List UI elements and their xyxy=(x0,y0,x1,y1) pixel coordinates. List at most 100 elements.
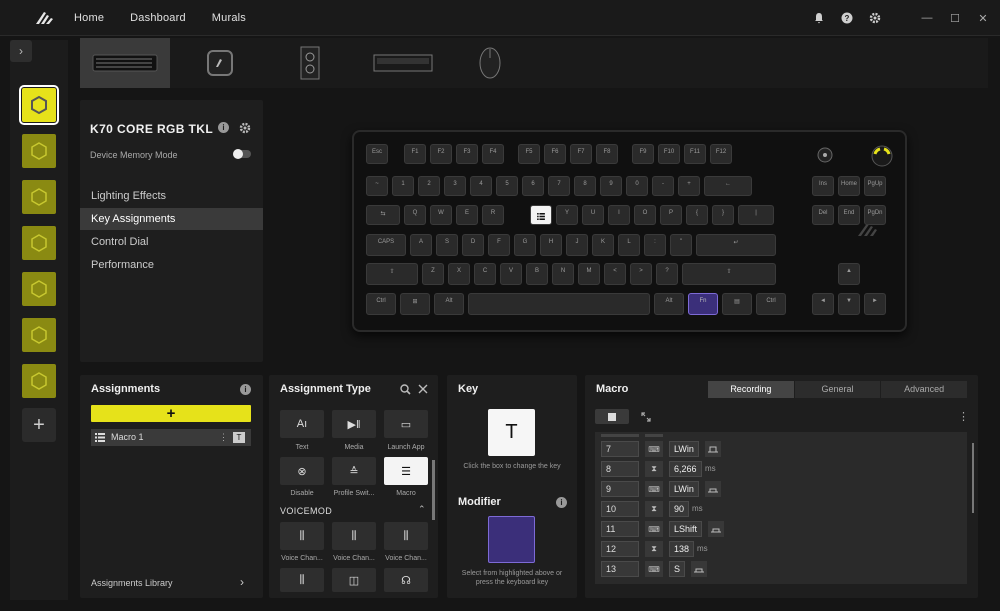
keyboard-key[interactable]: 6 xyxy=(522,176,544,196)
keyboard-key[interactable]: H xyxy=(540,234,562,256)
event-value[interactable]: 6,266 xyxy=(669,461,702,477)
keyboard-key[interactable]: 1 xyxy=(392,176,414,196)
menu-lighting-effects[interactable]: Lighting Effects xyxy=(80,185,263,207)
tile-profile-switch[interactable]: ≙ xyxy=(332,457,376,485)
tile-voice-4[interactable]: ⫼ xyxy=(280,568,324,592)
keyboard-key[interactable]: 8 xyxy=(574,176,596,196)
keyboard-key[interactable]: F1 xyxy=(404,144,426,164)
tile-voice-6[interactable]: ☊ xyxy=(384,568,428,592)
keyboard-key[interactable]: ⇧ xyxy=(682,263,776,285)
key-fn-modifier[interactable]: Fn xyxy=(688,293,718,315)
keyboard-key[interactable]: ▼ xyxy=(838,293,860,315)
keyboard-key[interactable]: I xyxy=(608,205,630,225)
event-value[interactable]: 138 xyxy=(669,541,695,557)
keyboard-key[interactable]: 2 xyxy=(418,176,440,196)
keyboard-key[interactable]: L xyxy=(618,234,640,256)
keyboard-key[interactable]: F8 xyxy=(596,144,618,164)
keyboard-key[interactable]: F12 xyxy=(710,144,732,164)
profile-4[interactable] xyxy=(22,226,56,260)
keyboard-key[interactable]: F5 xyxy=(518,144,540,164)
keyboard-key[interactable]: Alt xyxy=(434,293,464,315)
assignment-macro-row[interactable]: Macro 1 ⋮ T xyxy=(91,429,251,446)
add-assignment-button[interactable]: + xyxy=(91,405,251,422)
keyboard-key[interactable]: C xyxy=(474,263,496,285)
info-icon[interactable]: i xyxy=(218,122,229,133)
keyboard-key[interactable]: " xyxy=(670,234,692,256)
keyboard-key[interactable]: J xyxy=(566,234,588,256)
event-value[interactable]: 90 xyxy=(669,501,690,517)
bell-icon[interactable] xyxy=(812,11,826,25)
chevron-right-icon[interactable]: › xyxy=(240,575,244,589)
gear-icon[interactable] xyxy=(239,122,251,134)
keyboard-key[interactable]: F3 xyxy=(456,144,478,164)
menu-key-assignments[interactable]: Key Assignments xyxy=(80,208,263,230)
info-icon[interactable]: i xyxy=(556,497,567,508)
expand-icon[interactable] xyxy=(641,412,651,422)
keyboard-key[interactable]: X xyxy=(448,263,470,285)
keyboard-key[interactable]: Ins xyxy=(812,176,834,196)
keyboard-key[interactable]: F2 xyxy=(430,144,452,164)
keyboard-key[interactable]: Alt xyxy=(654,293,684,315)
keyboard-key[interactable]: ◄ xyxy=(812,293,834,315)
keyboard-key[interactable]: W xyxy=(430,205,452,225)
keyboard-key[interactable]: ↵ xyxy=(696,234,776,256)
keyboard-key[interactable]: F7 xyxy=(570,144,592,164)
keyboard-key[interactable]: 3 xyxy=(444,176,466,196)
tile-voice-changer-3[interactable]: ⫼ xyxy=(384,522,428,550)
media-dial-icon[interactable] xyxy=(816,146,834,164)
event-value[interactable]: LWin xyxy=(669,481,699,497)
tab-recording[interactable]: Recording xyxy=(707,381,794,398)
keyboard-key[interactable]: U xyxy=(582,205,604,225)
keyboard-key[interactable]: M xyxy=(578,263,600,285)
keyboard-key[interactable]: ← xyxy=(704,176,752,196)
keyboard-key[interactable]: Y xyxy=(556,205,578,225)
scrollbar[interactable] xyxy=(432,460,435,520)
keyboard-key[interactable]: G xyxy=(514,234,536,256)
close-icon[interactable] xyxy=(418,384,428,394)
event-value[interactable]: S xyxy=(669,561,686,577)
device-memory[interactable] xyxy=(358,38,448,88)
keyboard-key[interactable]: ⇧ xyxy=(366,263,418,285)
keyboard-key[interactable]: Ctrl xyxy=(756,293,786,315)
search-icon[interactable] xyxy=(400,384,411,395)
device-mouse[interactable] xyxy=(445,38,535,88)
keyboard-key[interactable]: P xyxy=(660,205,682,225)
keyboard-key[interactable]: < xyxy=(604,263,626,285)
nav-home[interactable]: Home xyxy=(74,12,104,24)
help-icon[interactable]: ? xyxy=(840,11,854,25)
device-memory-mode-toggle[interactable] xyxy=(233,149,251,159)
event-list-scrollbar[interactable] xyxy=(972,443,974,513)
keyboard-key[interactable]: - xyxy=(652,176,674,196)
keyboard-key[interactable]: F4 xyxy=(482,144,504,164)
keyboard-key[interactable]: 4 xyxy=(470,176,492,196)
device-case[interactable] xyxy=(265,38,355,88)
tile-media[interactable]: ▶‖ xyxy=(332,410,376,438)
event-value[interactable]: LShift xyxy=(669,521,703,537)
keyboard-key[interactable]: O xyxy=(634,205,656,225)
tile-disable[interactable]: ⊗ xyxy=(280,457,324,485)
keyboard-key[interactable]: Ctrl xyxy=(366,293,396,315)
keyboard-key[interactable]: F11 xyxy=(684,144,706,164)
keyboard-key[interactable]: ~ xyxy=(366,176,388,196)
event-value[interactable]: LWin xyxy=(669,441,699,457)
keyboard-key[interactable]: F6 xyxy=(544,144,566,164)
keyboard-key[interactable]: Q xyxy=(404,205,426,225)
keyboard-key[interactable]: ▤ xyxy=(722,293,752,315)
keyboard-key[interactable]: K xyxy=(592,234,614,256)
keyboard-key[interactable]: 9 xyxy=(600,176,622,196)
stop-recording-button[interactable] xyxy=(595,409,629,424)
keyboard-key[interactable]: R xyxy=(482,205,504,225)
menu-control-dial[interactable]: Control Dial xyxy=(80,231,263,253)
keyboard-key[interactable]: ? xyxy=(656,263,678,285)
keyboard-key[interactable]: : xyxy=(644,234,666,256)
gear-icon[interactable] xyxy=(868,11,882,25)
profile-2[interactable] xyxy=(22,134,56,168)
expand-rail-button[interactable]: › xyxy=(10,40,32,62)
keyboard-key[interactable]: ► xyxy=(864,293,886,315)
keyboard-key[interactable]: Z xyxy=(422,263,444,285)
tile-macro[interactable]: ☰ xyxy=(384,457,428,485)
keyboard-key[interactable]: PgDn xyxy=(864,205,886,225)
keyboard-key[interactable]: S xyxy=(436,234,458,256)
keyboard-key[interactable]: A xyxy=(410,234,432,256)
keyboard-key[interactable]: ⇆ xyxy=(366,205,400,225)
